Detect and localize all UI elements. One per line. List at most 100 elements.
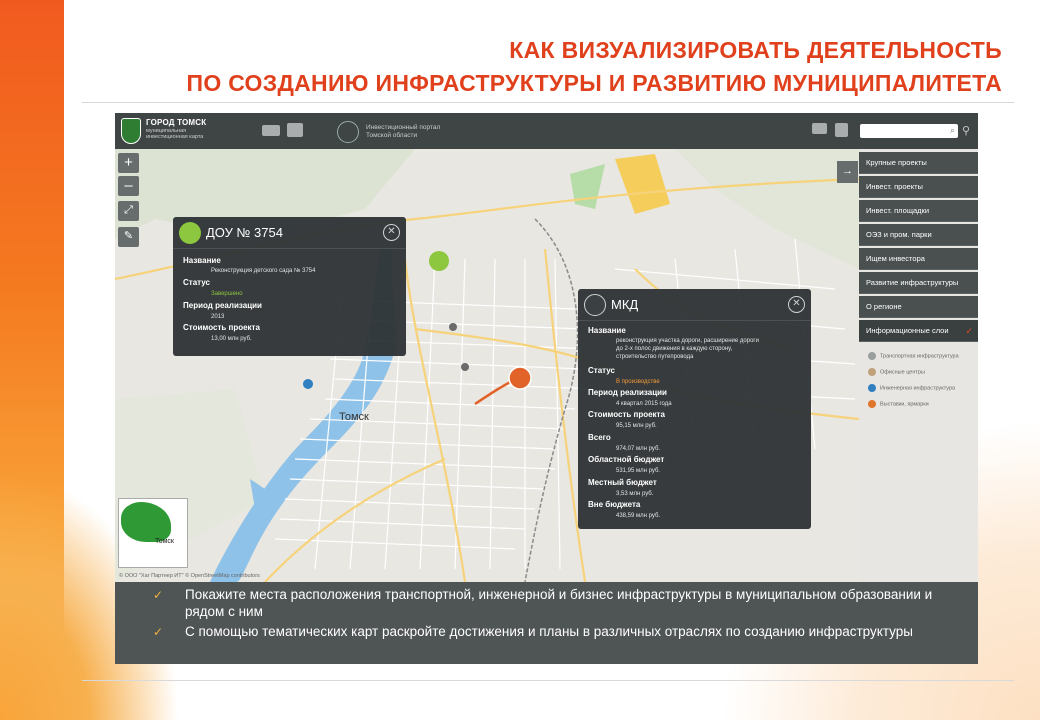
panel-item-seeking-investor[interactable]: Ищем инвестора <box>859 248 978 270</box>
document-print-icon[interactable] <box>835 123 848 137</box>
railway <box>524 218 579 582</box>
popup-header: ДОУ № 3754 ✕ <box>173 217 406 249</box>
exhibition-icon <box>868 400 876 408</box>
popup-local-value: 3,53 млн руб. <box>616 491 654 497</box>
panel-item-invest-projects[interactable]: Инвест. проекты <box>859 176 978 198</box>
map-marker-engineering <box>303 379 313 389</box>
checkmark-icon: ✓ <box>153 588 164 602</box>
close-icon[interactable]: ✕ <box>383 224 400 241</box>
footer-divider <box>82 680 1014 681</box>
panel-item-label: Информационные слои <box>866 326 949 335</box>
layers-panel: Крупные проекты Инвест. проекты Инвест. … <box>859 149 978 582</box>
popup-extra-value: 438,59 млн руб. <box>616 513 661 519</box>
scale-icon[interactable] <box>262 125 280 136</box>
city-subtitle: муниципальная инвестиционная карта <box>146 128 203 140</box>
popup-total-value: 974,07 млн руб. <box>616 446 661 452</box>
popup-header: МКД ✕ <box>578 289 811 321</box>
popup-title: МКД <box>611 297 639 312</box>
panel-item-info-layers[interactable]: Информационные слои ✓ <box>859 320 978 342</box>
zoom-in-button[interactable]: + <box>118 153 139 173</box>
bullet-list: ✓ Покажите места расположения транспортн… <box>115 582 978 664</box>
app-topbar: ГОРОД ТОМСК муниципальная инвестиционная… <box>115 113 978 149</box>
popup-total-label: Всего <box>588 433 611 442</box>
zoom-out-button[interactable]: – <box>118 176 139 196</box>
checkmark-icon: ✓ <box>965 326 973 336</box>
project-popup-mkd: МКД ✕ Название реконструкция участка дор… <box>578 289 811 529</box>
popup-name-value-1: реконструкция участка дороги, расширение… <box>616 338 759 344</box>
investment-map-app: ГОРОД ТОМСК муниципальная инвестиционная… <box>115 113 978 582</box>
portal-line-2: Томской области <box>366 132 418 139</box>
close-icon[interactable]: ✕ <box>788 296 805 313</box>
legend-label: Транспортная инфраструктура <box>880 353 959 360</box>
city-coat-of-arms-icon[interactable] <box>121 118 141 144</box>
legend-offices[interactable]: Офисные центры <box>868 368 925 376</box>
popup-title: ДОУ № 3754 <box>206 225 283 240</box>
map-marker-mkd <box>508 366 532 390</box>
engineering-icon <box>868 384 876 392</box>
map-attribution: © ООО "Хаг Партнер ИТ" © OpenStreetMap c… <box>119 573 260 579</box>
popup-status-label: Статус <box>588 366 615 375</box>
panel-item-invest-sites[interactable]: Инвест. площадки <box>859 200 978 222</box>
panel-item-infrastructure[interactable]: Развитие инфраструктуры <box>859 272 978 294</box>
minimap-label: Томск <box>155 538 174 545</box>
overview-minimap[interactable]: Томск <box>118 498 188 568</box>
panel-item-sez-parks[interactable]: ОЭЗ и пром. парки <box>859 224 978 246</box>
map-park-area <box>570 164 605 209</box>
search-icon: ⌕ <box>949 125 955 135</box>
slide-title-line-1: КАК ВИЗУАЛИЗИРОВАТЬ ДЕЯТЕЛЬНОСТЬ <box>509 37 1002 63</box>
slide-title-line-2: ПО СОЗДАНИЮ ИНФРАСТРУКТУРЫ И РАЗВИТИЮ МУ… <box>186 70 1002 96</box>
popup-period-label: Период реализации <box>588 388 667 397</box>
city-name: ГОРОД ТОМСК <box>146 118 207 127</box>
panel-collapse-button[interactable]: → <box>837 161 858 183</box>
compass-icon <box>584 294 606 316</box>
minimap-region <box>121 502 171 542</box>
legend-label: Инженерная инфраструктура <box>880 385 956 392</box>
transport-icon <box>868 352 876 360</box>
search-settings-icon[interactable]: ⚲ <box>962 124 970 137</box>
fullscreen-icon[interactable]: ⤢ <box>118 201 139 221</box>
popup-period-value: 2013 <box>211 314 225 320</box>
popup-status-label: Статус <box>183 278 210 287</box>
legend-label: Выставки, ярмарки <box>880 401 929 408</box>
map-industrial-area <box>615 154 670 214</box>
map-forest-area <box>675 149 859 269</box>
map-marker-transport <box>449 323 457 331</box>
popup-period-label: Период реализации <box>183 301 262 310</box>
popup-regional-value: 531,95 млн руб. <box>616 468 661 474</box>
popup-status-value: Завершено <box>211 291 243 297</box>
portal-emblem-icon[interactable] <box>337 121 359 143</box>
popup-period-value: 4 квартал 2015 года <box>616 401 672 407</box>
popup-extra-label: Вне бюджета <box>588 500 641 509</box>
panel-item-about-region[interactable]: О регионе <box>859 296 978 318</box>
popup-status-value: В производстве <box>616 379 660 385</box>
popup-regional-label: Областной бюджет <box>588 455 665 464</box>
map-city-label: Томск <box>339 411 369 423</box>
popup-cost-value: 95,15 млн руб. <box>616 423 657 429</box>
map-marker-transport <box>461 363 469 371</box>
print-icon[interactable] <box>287 123 303 137</box>
title-divider <box>82 102 1014 103</box>
popup-name-label: Название <box>588 326 626 335</box>
legend-engineering[interactable]: Инженерная инфраструктура <box>868 384 955 392</box>
popup-cost-value: 13,00 млн руб. <box>211 336 252 342</box>
monitor-icon[interactable] <box>812 123 827 134</box>
portal-link[interactable]: Инвестиционный портал Томской области <box>366 124 440 140</box>
project-popup-dou: ДОУ № 3754 ✕ Название Реконструкция детс… <box>173 217 406 356</box>
legend-transport[interactable]: Транспортная инфраструктура <box>868 352 959 360</box>
slide-title: КАК ВИЗУАЛИЗИРОВАТЬ ДЕЯТЕЛЬНОСТЬ ПО СОЗД… <box>187 34 1003 100</box>
popup-name-value: Реконструкция детского сада № 3754 <box>211 268 316 274</box>
compass-icon <box>179 222 201 244</box>
checkmark-icon: ✓ <box>153 625 164 639</box>
legend-label: Офисные центры <box>880 369 925 376</box>
panel-item-major-projects[interactable]: Крупные проекты <box>859 152 978 174</box>
legend-exhibitions[interactable]: Выставки, ярмарки <box>868 400 929 408</box>
portal-line-1: Инвестиционный портал <box>366 124 441 131</box>
office-icon <box>868 368 876 376</box>
search-input[interactable]: ⌕ <box>860 124 958 138</box>
bullet-item-1: Покажите места расположения транспортной… <box>185 587 933 619</box>
popup-name-label: Название <box>183 256 221 265</box>
bullet-item-2: С помощью тематических карт раскройте до… <box>185 624 913 639</box>
ruler-icon[interactable]: ✎ <box>118 227 139 247</box>
popup-cost-label: Стоимость проекта <box>183 323 260 332</box>
popup-name-value-3: строительство путепровода <box>616 354 694 360</box>
